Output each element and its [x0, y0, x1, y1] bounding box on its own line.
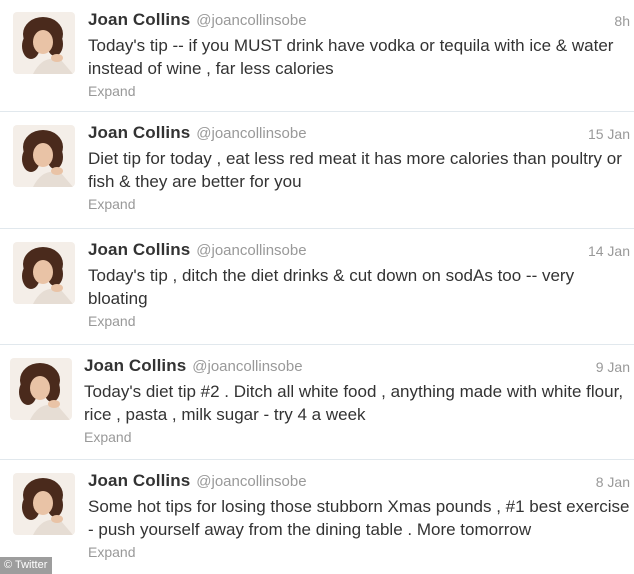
author-name[interactable]: Joan Collins — [84, 356, 186, 375]
expand-link[interactable]: Expand — [84, 429, 131, 445]
tweet-text: Today's tip , ditch the diet drinks & cu… — [88, 266, 575, 308]
expand-link[interactable]: Expand — [88, 83, 135, 99]
author-name[interactable]: Joan Collins — [88, 471, 190, 490]
author-handle[interactable]: @joancollinsobe — [196, 12, 306, 29]
author-handle[interactable]: @joancollinsobe — [196, 125, 306, 142]
avatar[interactable] — [13, 125, 75, 187]
tweet-timestamp[interactable]: 8 Jan — [596, 474, 630, 490]
author-handle[interactable]: @joancollinsobe — [196, 242, 306, 259]
tweet-item[interactable]: Joan Collins @joancollinsobe 14 Jan Today… — [0, 230, 634, 345]
tweet-timeline: Joan Collins @joancollinsobe 8h Today's t… — [0, 0, 634, 574]
tweet-item[interactable]: Joan Collins @joancollinsobe 9 Jan Today'… — [0, 346, 634, 460]
tweet-item[interactable]: Joan Collins @joancollinsobe 8h Today's t… — [0, 0, 634, 112]
tweet-text: Today's tip -- if you MUST drink have vo… — [88, 36, 614, 78]
tweet-text: Diet tip for today , eat less red meat i… — [88, 149, 622, 191]
expand-link[interactable]: Expand — [88, 196, 135, 212]
tweet-text: Some hot tips for losing those stubborn … — [88, 497, 630, 539]
tweet-item[interactable]: Joan Collins @joancollinsobe 15 Jan Diet … — [0, 113, 634, 229]
author-name[interactable]: Joan Collins — [88, 123, 190, 142]
tweet-timestamp[interactable]: 8h — [614, 13, 630, 29]
tweet-timestamp[interactable]: 9 Jan — [596, 359, 630, 375]
author-handle[interactable]: @joancollinsobe — [192, 358, 302, 375]
author-name[interactable]: Joan Collins — [88, 10, 190, 29]
author-handle[interactable]: @joancollinsobe — [196, 473, 306, 490]
expand-link[interactable]: Expand — [88, 544, 135, 560]
avatar[interactable] — [13, 473, 75, 535]
tweet-item[interactable]: Joan Collins @joancollinsobe 8 Jan Some h… — [0, 461, 634, 574]
expand-link[interactable]: Expand — [88, 313, 135, 329]
tweet-text: Today's diet tip #2 . Ditch all white fo… — [84, 382, 624, 424]
tweet-timestamp[interactable]: 14 Jan — [588, 243, 630, 259]
avatar[interactable] — [10, 358, 72, 420]
avatar[interactable] — [13, 242, 75, 304]
image-credit-watermark: © Twitter — [0, 557, 53, 574]
tweet-timestamp[interactable]: 15 Jan — [588, 126, 630, 142]
author-name[interactable]: Joan Collins — [88, 240, 190, 259]
avatar[interactable] — [13, 12, 75, 74]
